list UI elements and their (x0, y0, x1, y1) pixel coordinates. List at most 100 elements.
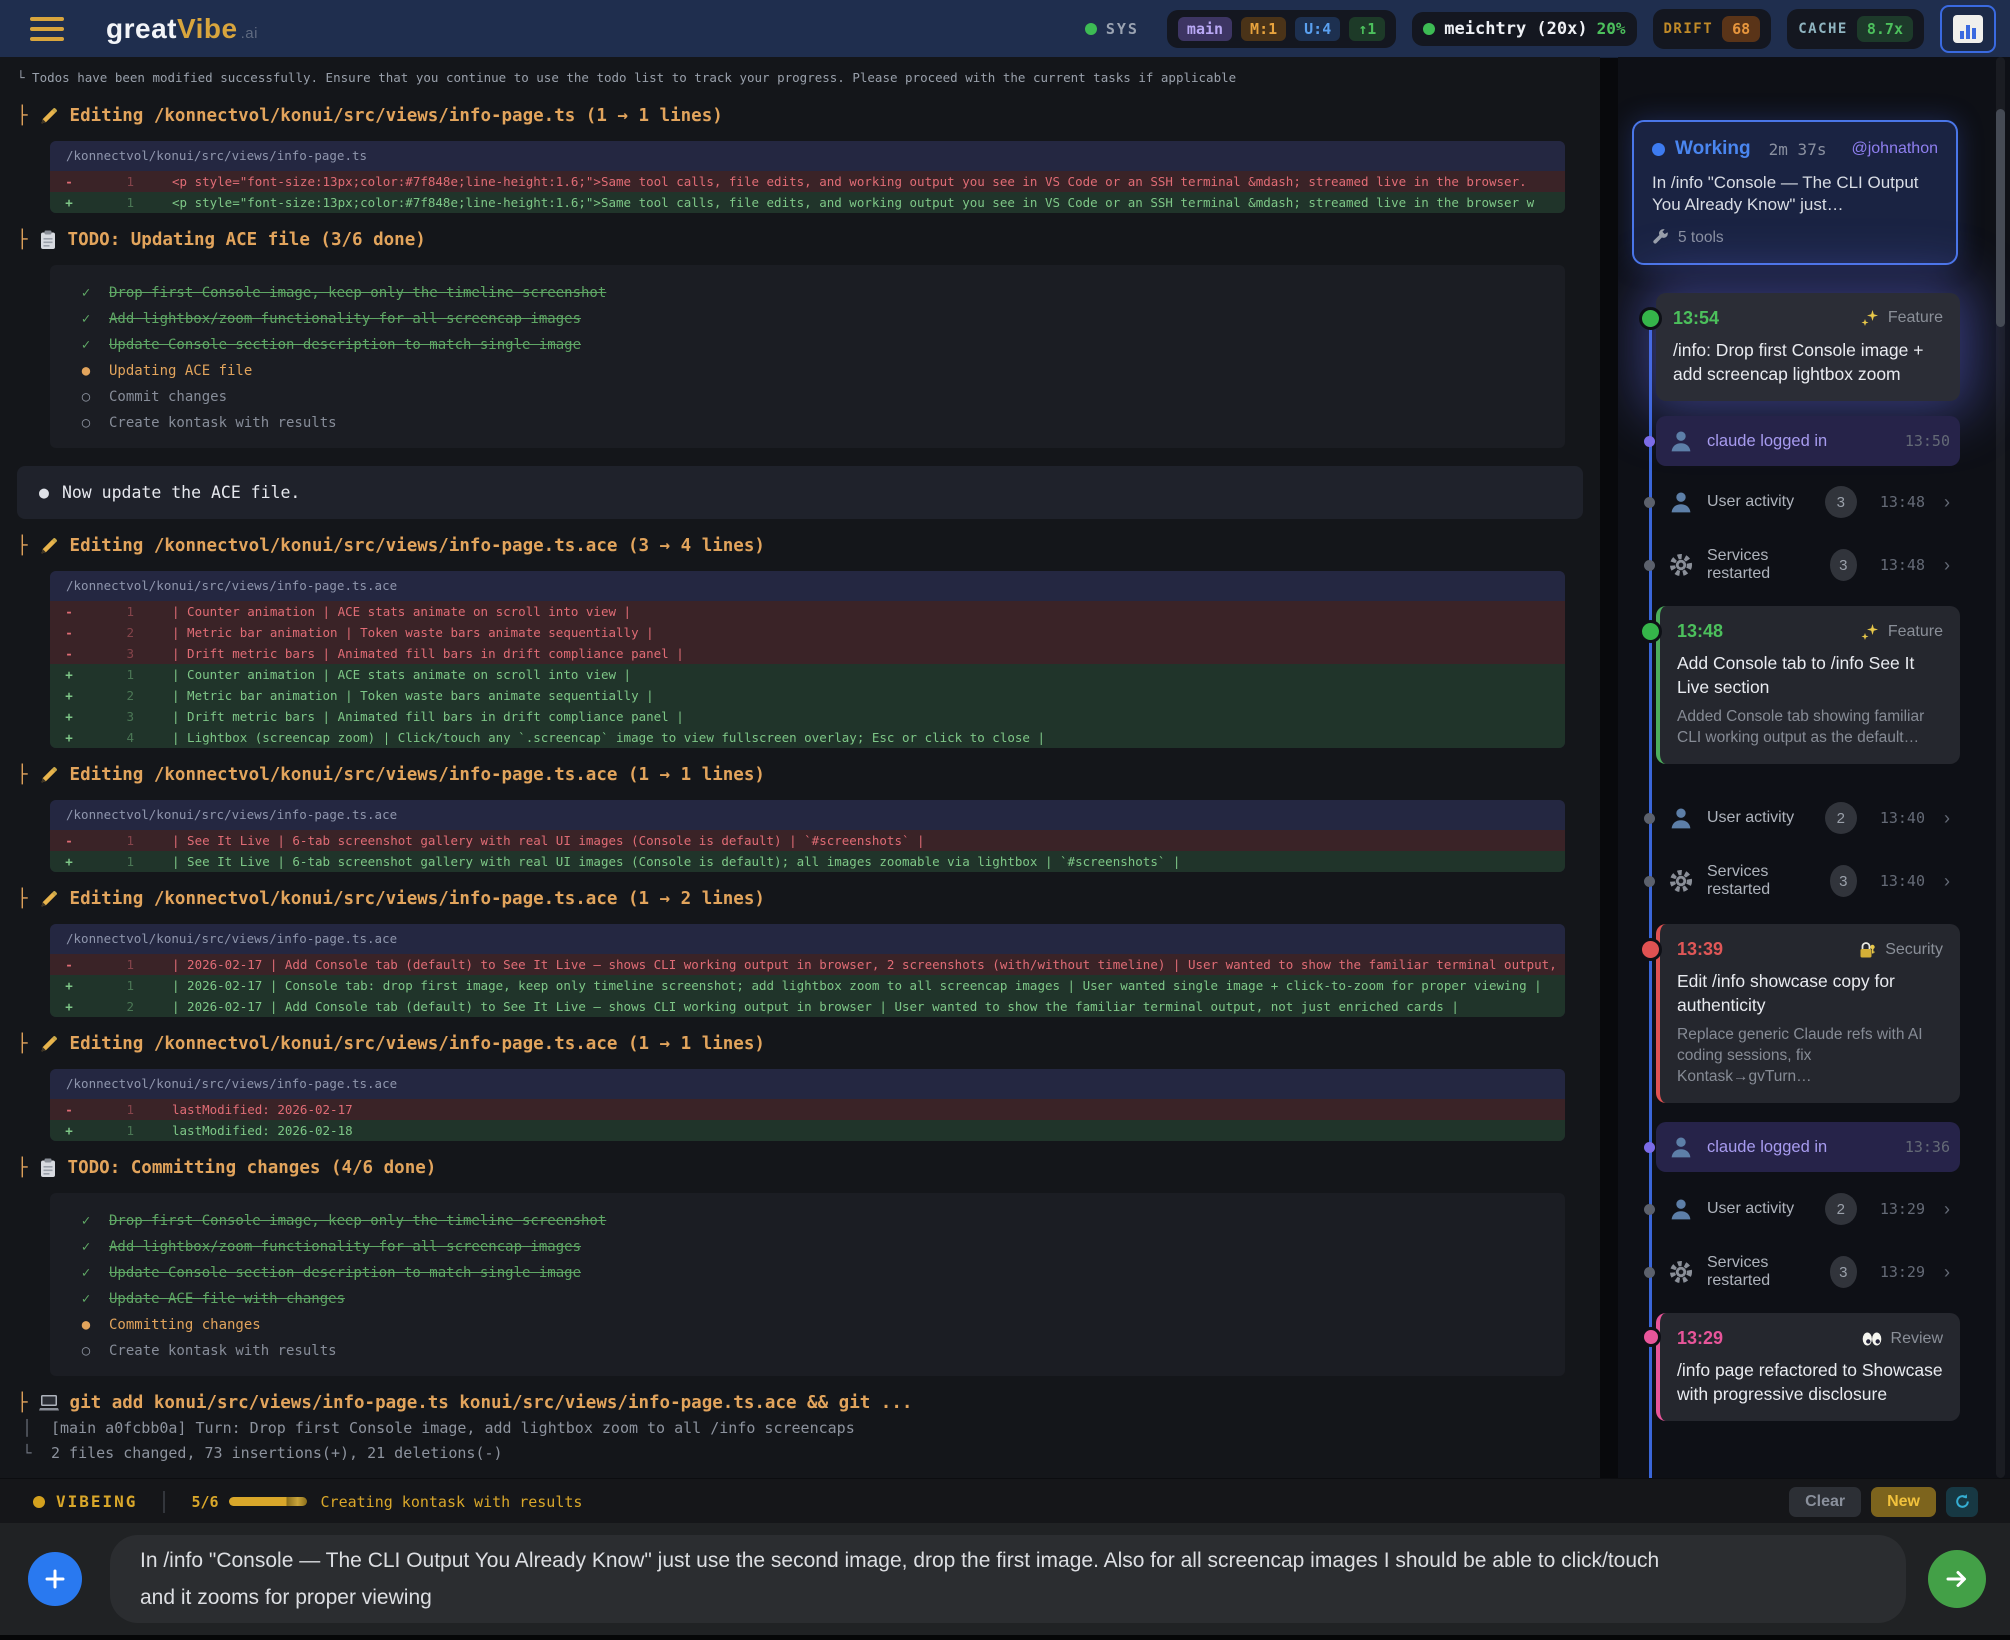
clear-button[interactable]: Clear (1789, 1487, 1861, 1517)
count-badge: 2 (1825, 802, 1857, 834)
edit-title: Editing /konnectvol/konui/src/views/info… (70, 1031, 765, 1057)
timeline-card-feature[interactable]: 13:48 Feature Add Console tab to /info S… (1656, 606, 1960, 764)
timeline-dot-gray (1644, 813, 1655, 824)
sys-status-dot (1085, 23, 1097, 35)
pencil-icon (39, 889, 59, 909)
card-title: Edit /info showcase copy for authenticit… (1677, 970, 1943, 1017)
progress-fraction: 5/6 (191, 1493, 218, 1511)
card-time: 13:48 (1677, 621, 1723, 642)
chevron-right-icon: › (1944, 1199, 1950, 1220)
card-time: 13:29 (1677, 1328, 1723, 1349)
branch-pill-group[interactable]: main M:1 U:4 ↑1 (1167, 10, 1396, 48)
ahead-count-pill[interactable]: ↑1 (1349, 17, 1385, 41)
row-time: 13:40 (1880, 872, 1925, 890)
row-label: Services restarted (1707, 1254, 1817, 1290)
timeline-row-login[interactable]: claude logged in 13:50 (1656, 416, 1960, 466)
diff-block: /konnectvol/konui/src/views/info-page.ts… (50, 800, 1565, 872)
row-label: Services restarted (1707, 863, 1817, 899)
todo-item-done: ✓Update Console section description to m… (78, 1260, 1545, 1286)
app-root: greatVibe.ai SYS main M:1 U:4 ↑1 meichtr… (0, 0, 2010, 1640)
timeline-row-user-activity[interactable]: User activity 2 13:40 › (1656, 794, 1960, 842)
timeline-row-services[interactable]: Services restarted 3 13:29 › (1656, 1248, 1960, 1296)
cache-group[interactable]: CACHE 8.7x (1787, 9, 1924, 49)
clipboard-icon (39, 1158, 57, 1178)
message-input-text: In /info "Console — The CLI Output You A… (140, 1542, 1670, 1616)
progress-bar (229, 1497, 307, 1506)
diff-block: /konnectvol/konui/src/views/info-page.ts… (50, 1069, 1565, 1141)
app-logo[interactable]: greatVibe.ai (106, 13, 258, 45)
diff-line-del: -2| Metric bar animation | Token waste b… (50, 622, 1565, 643)
working-duration: 2m 37s (1769, 140, 1827, 159)
analytics-chart-button[interactable] (1940, 5, 1996, 53)
branch-pill[interactable]: main (1178, 17, 1232, 41)
add-attachment-button[interactable] (28, 1552, 82, 1606)
session-group[interactable]: meichtry (20x) 20% (1412, 12, 1636, 46)
edit-header: ├ Editing /konnectvol/konui/src/views/in… (17, 103, 1600, 129)
card-tag: Security (1885, 941, 1943, 959)
top-bar: greatVibe.ai SYS main M:1 U:4 ↑1 meichtr… (0, 0, 2010, 58)
working-status-dot (1652, 143, 1665, 156)
working-task-text: In /info "Console — The CLI Output You A… (1652, 172, 1938, 217)
timeline-row-user-activity[interactable]: User activity 2 13:29 › (1656, 1185, 1960, 1233)
new-button[interactable]: New (1871, 1487, 1936, 1517)
chevron-right-icon: › (1944, 808, 1950, 829)
send-button[interactable] (1928, 1550, 1986, 1608)
tree-branch: ├ (17, 1155, 28, 1181)
timeline-dot-pink (1641, 1327, 1661, 1347)
message-input[interactable]: In /info "Console — The CLI Output You A… (110, 1535, 1906, 1623)
row-time: 13:40 (1880, 809, 1925, 827)
pencil-icon (39, 1034, 59, 1054)
session-name: meichtry (20x) (1444, 19, 1587, 39)
timeline-card-security[interactable]: 13:39 Security Edit /info showcase copy … (1656, 924, 1960, 1103)
sidebar-scrollbar-thumb[interactable] (1996, 109, 2005, 327)
user-icon (1668, 489, 1694, 515)
timeline-row-login[interactable]: claude logged in 13:36 (1656, 1122, 1960, 1172)
timeline-card-review[interactable]: 13:29 Review /info page refactored to Sh… (1656, 1313, 1960, 1421)
timeline-dot-gray (1644, 560, 1655, 571)
user-icon (1668, 428, 1694, 454)
row-label: claude logged in (1707, 432, 1827, 451)
pencil-icon (39, 536, 59, 556)
todo-item-done: ✓Update ACE file with changes (78, 1286, 1545, 1312)
todo-title: TODO: Committing changes (4/6 done) (68, 1155, 437, 1181)
diff-line-add: +1| Counter animation | ACE stats animat… (50, 664, 1565, 685)
hamburger-menu-icon[interactable] (30, 17, 64, 41)
todo-item-done: ✓Drop first Console image, keep only the… (78, 1208, 1545, 1234)
refresh-button[interactable] (1946, 1487, 1978, 1517)
edit-title: Editing /konnectvol/konui/src/views/info… (70, 103, 723, 129)
todo-item-pending: ○Create kontask with results (78, 410, 1545, 436)
drift-label: DRIFT (1664, 21, 1714, 37)
row-label: User activity (1707, 493, 1794, 511)
count-badge: 2 (1825, 1193, 1857, 1225)
pencil-icon (39, 106, 59, 126)
edit-title: Editing /konnectvol/konui/src/views/info… (70, 533, 765, 559)
timeline-row-user-activity[interactable]: User activity 3 13:48 › (1656, 478, 1960, 526)
timeline-row-services[interactable]: Services restarted 3 13:48 › (1656, 541, 1960, 589)
todo-item-done: ✓Add lightbox/zoom functionality for all… (78, 306, 1545, 332)
card-title: Add Console tab to /info See It Live sec… (1677, 652, 1943, 699)
drift-group[interactable]: DRIFT 68 (1653, 9, 1772, 49)
diff-file-path: /konnectvol/konui/src/views/info-page.ts… (50, 924, 1565, 954)
working-status-card[interactable]: Working 2m 37s @johnathon In /info "Cons… (1632, 120, 1958, 265)
progress-status-text: Creating kontask with results (321, 1493, 583, 1511)
tree-branch: ├ (17, 227, 28, 253)
row-time: 13:50 (1905, 432, 1950, 450)
count-badge: 3 (1830, 865, 1857, 897)
diff-line-add: +1| See It Live | 6-tab screenshot galle… (50, 851, 1565, 872)
user-icon (1668, 805, 1694, 831)
eyes-icon (1861, 1330, 1883, 1348)
timeline-card-feature[interactable]: 13:54 Feature /info: Drop first Console … (1656, 293, 1960, 401)
timeline-row-services[interactable]: Services restarted 3 13:40 › (1656, 857, 1960, 905)
tree-branch: ├ (17, 762, 28, 788)
untracked-count-pill[interactable]: U:4 (1295, 17, 1340, 41)
card-tag: Feature (1888, 309, 1943, 327)
timeline-dot-purple (1644, 1142, 1655, 1153)
row-time: 13:29 (1880, 1200, 1925, 1218)
timeline-dot-purple (1644, 436, 1655, 447)
bottom-edge (0, 1635, 2010, 1640)
diff-line-del: -1| Counter animation | ACE stats animat… (50, 601, 1565, 622)
modified-count-pill[interactable]: M:1 (1241, 17, 1286, 41)
git-command: ├ git add konui/src/views/info-page.ts k… (17, 1390, 1600, 1416)
timeline-dot-green (1639, 307, 1662, 330)
todo-item-active: ●Committing changes (78, 1312, 1545, 1338)
